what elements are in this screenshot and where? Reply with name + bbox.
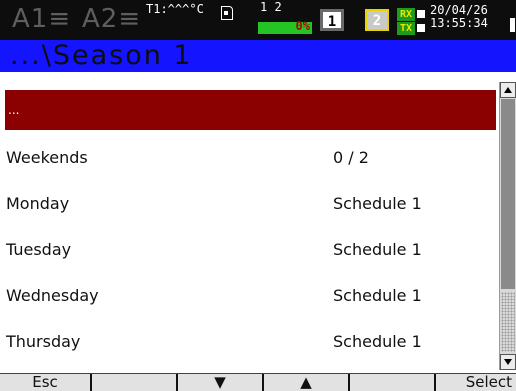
tx-activity-icon <box>417 24 425 32</box>
list-item-monday[interactable]: Monday Schedule 1 <box>0 184 499 224</box>
list-item-value: 0 / 2 <box>333 148 369 167</box>
alarm-a2-indicator: A2≡ <box>82 4 142 34</box>
list-item-tuesday[interactable]: Tuesday Schedule 1 <box>0 230 499 270</box>
list-item-label: Thursday <box>6 332 81 351</box>
battery-icon <box>510 18 515 32</box>
scroll-track <box>501 292 515 352</box>
scroll-thumb[interactable] <box>501 99 515 289</box>
sd-card-icon <box>221 6 233 20</box>
softkey-bar: Esc ▼ ▲ Select <box>0 373 516 391</box>
esc-button[interactable]: Esc <box>0 374 92 391</box>
arrow-up-icon <box>504 87 512 93</box>
group-1-icon: 1 <box>320 9 344 31</box>
list-item-label: Tuesday <box>6 240 72 259</box>
alarm-a1-indicator: A1≡ <box>12 4 72 34</box>
arrow-down-icon <box>504 359 512 365</box>
up-button[interactable]: ▲ <box>264 374 350 391</box>
rx-indicator-icon: RX <box>397 8 415 21</box>
list-item-label: Wednesday <box>6 286 99 305</box>
list-item-thursday[interactable]: Thursday Schedule 1 <box>0 322 499 362</box>
softkey-5-button[interactable] <box>350 374 436 391</box>
rx-activity-icon <box>417 10 425 18</box>
list-scrollbar[interactable] <box>499 82 516 370</box>
list-item-value: Schedule 1 <box>333 286 422 305</box>
title-bar: ...\Season 1 <box>0 40 516 72</box>
down-button[interactable]: ▼ <box>178 374 264 391</box>
softkey-2-button[interactable] <box>92 374 178 391</box>
channel-numbers: 1 2 <box>260 0 282 14</box>
list-item-label: ... <box>8 103 20 117</box>
list-item-parent[interactable]: ... <box>5 90 496 130</box>
temperature-readout: T1:^^^°C <box>146 2 204 16</box>
status-bar: A1≡ A2≡ T1:^^^°C 1 2 0% 1 2 RX TX 20/04/… <box>0 0 516 40</box>
list-item-label: Monday <box>6 194 70 213</box>
memory-usage-bar: 0% <box>258 19 312 34</box>
tx-indicator-icon: TX <box>397 22 415 35</box>
group-2-icon: 2 <box>365 9 389 31</box>
page-title: ...\Season 1 <box>10 40 193 71</box>
list-item-value: Schedule 1 <box>333 194 422 213</box>
list-item-value: Schedule 1 <box>333 240 422 259</box>
scroll-down-button[interactable] <box>500 354 516 370</box>
schedule-list: ... Weekends 0 / 2 Monday Schedule 1 Tue… <box>0 72 499 370</box>
list-item-label: Weekends <box>6 148 88 167</box>
list-item-value: Schedule 1 <box>333 332 422 351</box>
list-item-weekends[interactable]: Weekends 0 / 2 <box>0 138 499 178</box>
select-button[interactable]: Select <box>436 374 516 391</box>
status-time: 13:55:34 <box>430 16 488 30</box>
memory-usage-percent: 0% <box>295 19 310 33</box>
scroll-up-button[interactable] <box>500 82 516 98</box>
list-item-wednesday[interactable]: Wednesday Schedule 1 <box>0 276 499 316</box>
